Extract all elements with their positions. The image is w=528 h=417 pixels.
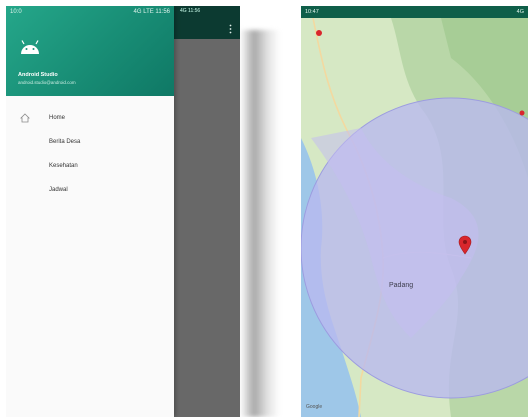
menu-item-jadwal[interactable]: Jadwal: [6, 178, 174, 202]
map-view[interactable]: [301, 18, 528, 417]
drawer-menu: Home Berita Desa Kesehatan Jadwal: [6, 106, 174, 202]
app-bar-status: 4G 11:56: [180, 8, 201, 14]
navigation-drawer: 10:0 4G LTE 11:56 Android Studio android…: [6, 6, 174, 417]
map-place-label: Padang: [389, 282, 414, 289]
map-small-pin-icon: [316, 30, 322, 36]
left-phone-screen: 4G 11:56 10:0 4G LTE 11:56 Android Studi…: [6, 6, 240, 417]
android-logo-icon: [19, 38, 41, 56]
home-icon: [20, 113, 30, 123]
menu-item-label: Home: [49, 115, 66, 121]
map-edge-pin-icon: [519, 110, 525, 116]
screenshot-canvas: 4G 11:56 10:0 4G LTE 11:56 Android Studi…: [0, 0, 528, 417]
drawer-scrim[interactable]: 4G 11:56: [174, 6, 240, 417]
menu-item-home[interactable]: Home: [6, 106, 174, 130]
menu-item-kesehatan[interactable]: Kesehatan: [6, 154, 174, 178]
status-right: 4G: [516, 9, 524, 15]
drawer-subtitle: android.studio@android.com: [18, 80, 76, 85]
status-bar: 10:47 4G: [301, 6, 528, 18]
app-bar: 4G 11:56: [174, 6, 240, 39]
status-bar: 10:0 4G LTE 11:56: [6, 6, 174, 18]
right-phone-screen: 10:47 4G Padang Google: [301, 6, 528, 417]
menu-item-berita-desa[interactable]: Berita Desa: [6, 130, 174, 154]
status-right: 4G LTE 11:56: [133, 9, 170, 15]
menu-item-label: Jadwal: [49, 187, 68, 193]
menu-item-label: Berita Desa: [49, 139, 81, 145]
drawer-header: 10:0 4G LTE 11:56 Android Studio android…: [6, 6, 174, 96]
status-time: 10:0: [10, 9, 22, 15]
drawer-title: Android Studio: [18, 72, 58, 78]
location-marker-icon[interactable]: [458, 235, 472, 255]
divider-shadow: [240, 30, 280, 417]
more-vert-icon[interactable]: [229, 24, 232, 34]
map-attribution: Google: [306, 404, 323, 410]
menu-item-label: Kesehatan: [49, 163, 78, 169]
status-time: 10:47: [305, 9, 319, 15]
